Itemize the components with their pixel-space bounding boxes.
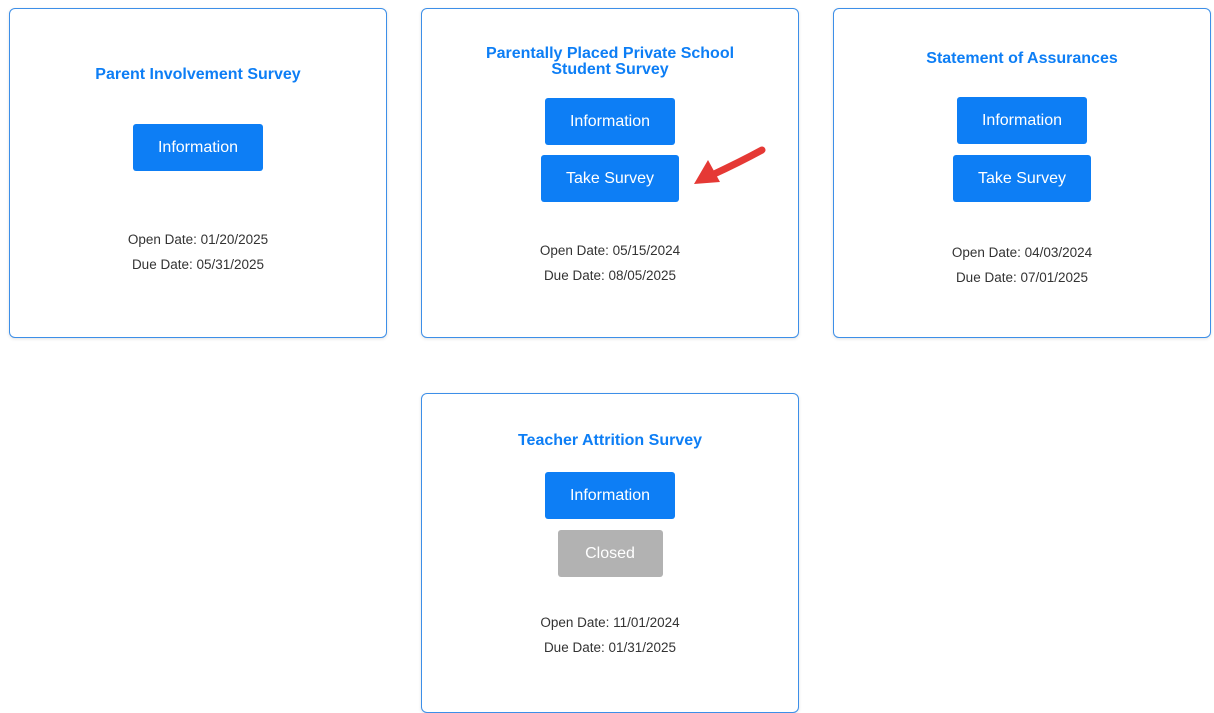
take-survey-button[interactable]: Take Survey	[953, 155, 1091, 202]
information-button[interactable]: Information	[133, 124, 263, 171]
due-date: Due Date: 08/05/2025	[543, 268, 677, 283]
survey-dates: Open Date: 01/20/2025 Due Date: 05/31/20…	[128, 227, 268, 277]
due-date: Due Date: 01/31/2025	[543, 640, 677, 655]
open-date: Open Date: 05/15/2024	[539, 243, 681, 258]
survey-title: Parent Involvement Survey	[95, 66, 301, 83]
survey-card-teacher-attrition: Teacher Attrition Survey Information Clo…	[421, 393, 799, 713]
open-date: Open Date: 11/01/2024	[540, 615, 680, 630]
survey-title: Statement of Assurances	[926, 50, 1118, 67]
due-date: Due Date: 07/01/2025	[955, 270, 1089, 285]
survey-dates: Open Date: 11/01/2024 Due Date: 01/31/20…	[540, 610, 679, 660]
information-button[interactable]: Information	[545, 472, 675, 519]
information-button[interactable]: Information	[957, 97, 1087, 144]
take-survey-button[interactable]: Take Survey	[541, 155, 679, 202]
survey-dates: Open Date: 05/15/2024 Due Date: 08/05/20…	[540, 238, 680, 288]
survey-card-parent-involvement: Parent Involvement Survey Information Op…	[9, 8, 387, 338]
closed-button: Closed	[557, 530, 663, 577]
survey-card-statement-of-assurances: Statement of Assurances Information Take…	[833, 8, 1211, 338]
red-pointer-arrow-icon	[694, 146, 766, 184]
survey-title: Parentally Placed Private School Student…	[485, 45, 735, 78]
information-button[interactable]: Information	[545, 98, 675, 145]
open-date: Open Date: 04/03/2024	[951, 245, 1093, 260]
survey-dates: Open Date: 04/03/2024 Due Date: 07/01/20…	[952, 240, 1092, 290]
open-date: Open Date: 01/20/2025	[127, 232, 269, 247]
due-date: Due Date: 05/31/2025	[131, 257, 265, 272]
survey-title: Teacher Attrition Survey	[517, 432, 703, 449]
